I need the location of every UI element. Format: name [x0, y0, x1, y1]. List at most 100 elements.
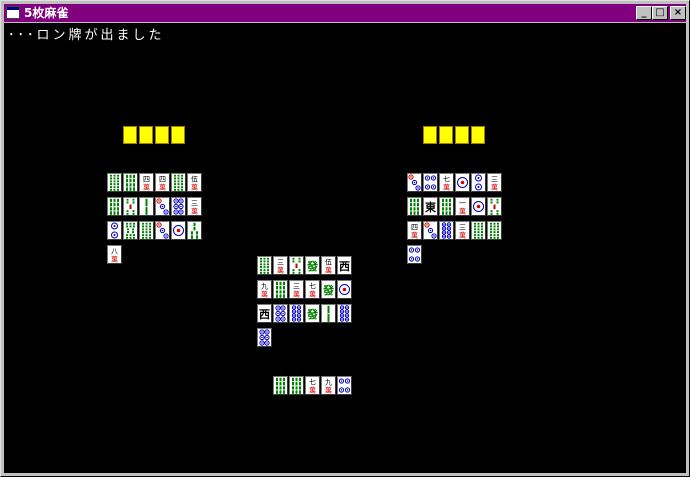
man-5-icon: 伍萬: [325, 258, 332, 275]
svg-text:三: 三: [491, 176, 498, 184]
discard-tile[interactable]: [471, 173, 486, 192]
discard-tile[interactable]: 三萬: [273, 256, 288, 275]
discard-tile[interactable]: [107, 221, 122, 240]
discard-tile[interactable]: 八萬: [107, 245, 122, 264]
discard-tile[interactable]: [407, 245, 422, 264]
discard-tile[interactable]: [423, 221, 438, 240]
discard-tile[interactable]: [407, 197, 422, 216]
hand-tile[interactable]: 七萬: [305, 376, 320, 395]
discard-tile[interactable]: [407, 173, 422, 192]
discard-tile[interactable]: [257, 256, 272, 275]
man-3-icon: 三萬: [459, 224, 466, 240]
maximize-button[interactable]: □: [652, 6, 668, 20]
discard-tile[interactable]: [289, 304, 304, 323]
discard-tile[interactable]: 三萬: [289, 280, 304, 299]
discard-tile[interactable]: 七萬: [439, 173, 454, 192]
discard-tile[interactable]: 三萬: [187, 197, 202, 216]
discard-tile[interactable]: [107, 173, 122, 192]
game-window: 5枚麻雀 _ □ × ･･･ロン牌が出ました 四萬四萬伍萬三萬八萬 七萬三萬東一…: [0, 0, 690, 477]
man-3-icon: 三萬: [191, 200, 198, 216]
discard-tile[interactable]: 西: [337, 256, 352, 275]
face-down-tile: [155, 126, 169, 144]
discard-tile[interactable]: 東: [423, 197, 438, 216]
face-down-tile: [123, 126, 137, 144]
discard-tile[interactable]: [107, 197, 122, 216]
discard-tile[interactable]: [337, 280, 352, 299]
discard-tile[interactable]: [423, 173, 438, 192]
discard-tile[interactable]: [123, 221, 138, 240]
face-down-tile: [423, 126, 437, 144]
svg-text:七: 七: [309, 282, 316, 291]
discard-tile[interactable]: [487, 221, 502, 240]
discard-tile[interactable]: 一萬: [455, 197, 470, 216]
svg-text:八: 八: [111, 248, 118, 256]
discard-tile[interactable]: [139, 197, 154, 216]
face-down-tile: [471, 126, 485, 144]
discard-tile[interactable]: 七萬: [305, 280, 320, 299]
title-bar[interactable]: 5枚麻雀 _ □ ×: [4, 4, 686, 22]
hand-tile[interactable]: [289, 376, 304, 395]
man-5-icon: 伍萬: [191, 175, 198, 192]
minimize-button[interactable]: _: [636, 6, 652, 20]
discard-tile[interactable]: [123, 173, 138, 192]
discard-tile[interactable]: [171, 173, 186, 192]
close-button[interactable]: ×: [670, 6, 686, 20]
discard-tile[interactable]: 伍萬: [321, 256, 336, 275]
discard-tile[interactable]: [187, 221, 202, 240]
svg-text:萬: 萬: [309, 290, 316, 299]
discard-tile[interactable]: 三萬: [455, 221, 470, 240]
discard-tile[interactable]: 九萬: [257, 280, 272, 299]
discard-tile[interactable]: 發: [321, 280, 336, 299]
discard-tile[interactable]: [471, 197, 486, 216]
pin-6-icon: [259, 329, 270, 346]
bamboo-6-icon: [442, 198, 451, 215]
svg-text:三: 三: [293, 283, 300, 291]
bamboo-6-icon: [410, 198, 419, 215]
discard-tile[interactable]: [273, 280, 288, 299]
discard-tile[interactable]: [455, 173, 470, 192]
bamboo-9-icon: [174, 174, 183, 191]
discard-tile[interactable]: [155, 221, 170, 240]
bamboo-6-icon: [276, 377, 285, 394]
pin-2-icon: [111, 222, 118, 239]
bamboo-5-icon: [292, 257, 301, 274]
pin-4-icon: [338, 378, 351, 393]
discard-tile[interactable]: [171, 221, 186, 240]
discard-tile[interactable]: [439, 221, 454, 240]
bamboo-9-icon: [490, 222, 499, 239]
discard-tile[interactable]: 四萬: [155, 173, 170, 192]
discard-tile[interactable]: 四萬: [407, 221, 422, 240]
discard-tile[interactable]: [139, 221, 154, 240]
window-app-icon[interactable]: [6, 6, 20, 19]
discard-tile[interactable]: 伍萬: [187, 173, 202, 192]
discard-tile[interactable]: [171, 197, 186, 216]
discard-tile[interactable]: [321, 304, 336, 323]
pin-1-icon: [457, 177, 468, 188]
svg-text:伍: 伍: [191, 175, 198, 184]
svg-text:三: 三: [459, 224, 466, 232]
hand-tile[interactable]: [337, 376, 352, 395]
discard-tile[interactable]: [471, 221, 486, 240]
discard-tile[interactable]: 西: [257, 304, 272, 323]
svg-text:萬: 萬: [325, 386, 332, 395]
discard-tile[interactable]: [439, 197, 454, 216]
man-3-icon: 三萬: [491, 176, 498, 192]
discard-tile[interactable]: 四萬: [139, 173, 154, 192]
hand-tile[interactable]: [273, 376, 288, 395]
man-7-icon: 七萬: [309, 378, 316, 395]
discard-tile[interactable]: [123, 197, 138, 216]
discard-tile[interactable]: 發: [305, 256, 320, 275]
discard-tile[interactable]: [257, 328, 272, 347]
discard-tile[interactable]: 三萬: [487, 173, 502, 192]
hand-tile[interactable]: 九萬: [321, 376, 336, 395]
pin-8-icon: [441, 222, 452, 239]
discard-tile[interactable]: [337, 304, 352, 323]
discard-tile[interactable]: [289, 256, 304, 275]
discard-tile[interactable]: [155, 197, 170, 216]
bamboo-2-icon: [327, 305, 330, 322]
discard-tile[interactable]: [273, 304, 288, 323]
discard-tile[interactable]: 發: [305, 304, 320, 323]
svg-text:萬: 萬: [491, 183, 498, 192]
discard-tile[interactable]: [487, 197, 502, 216]
svg-text:四: 四: [159, 176, 166, 184]
